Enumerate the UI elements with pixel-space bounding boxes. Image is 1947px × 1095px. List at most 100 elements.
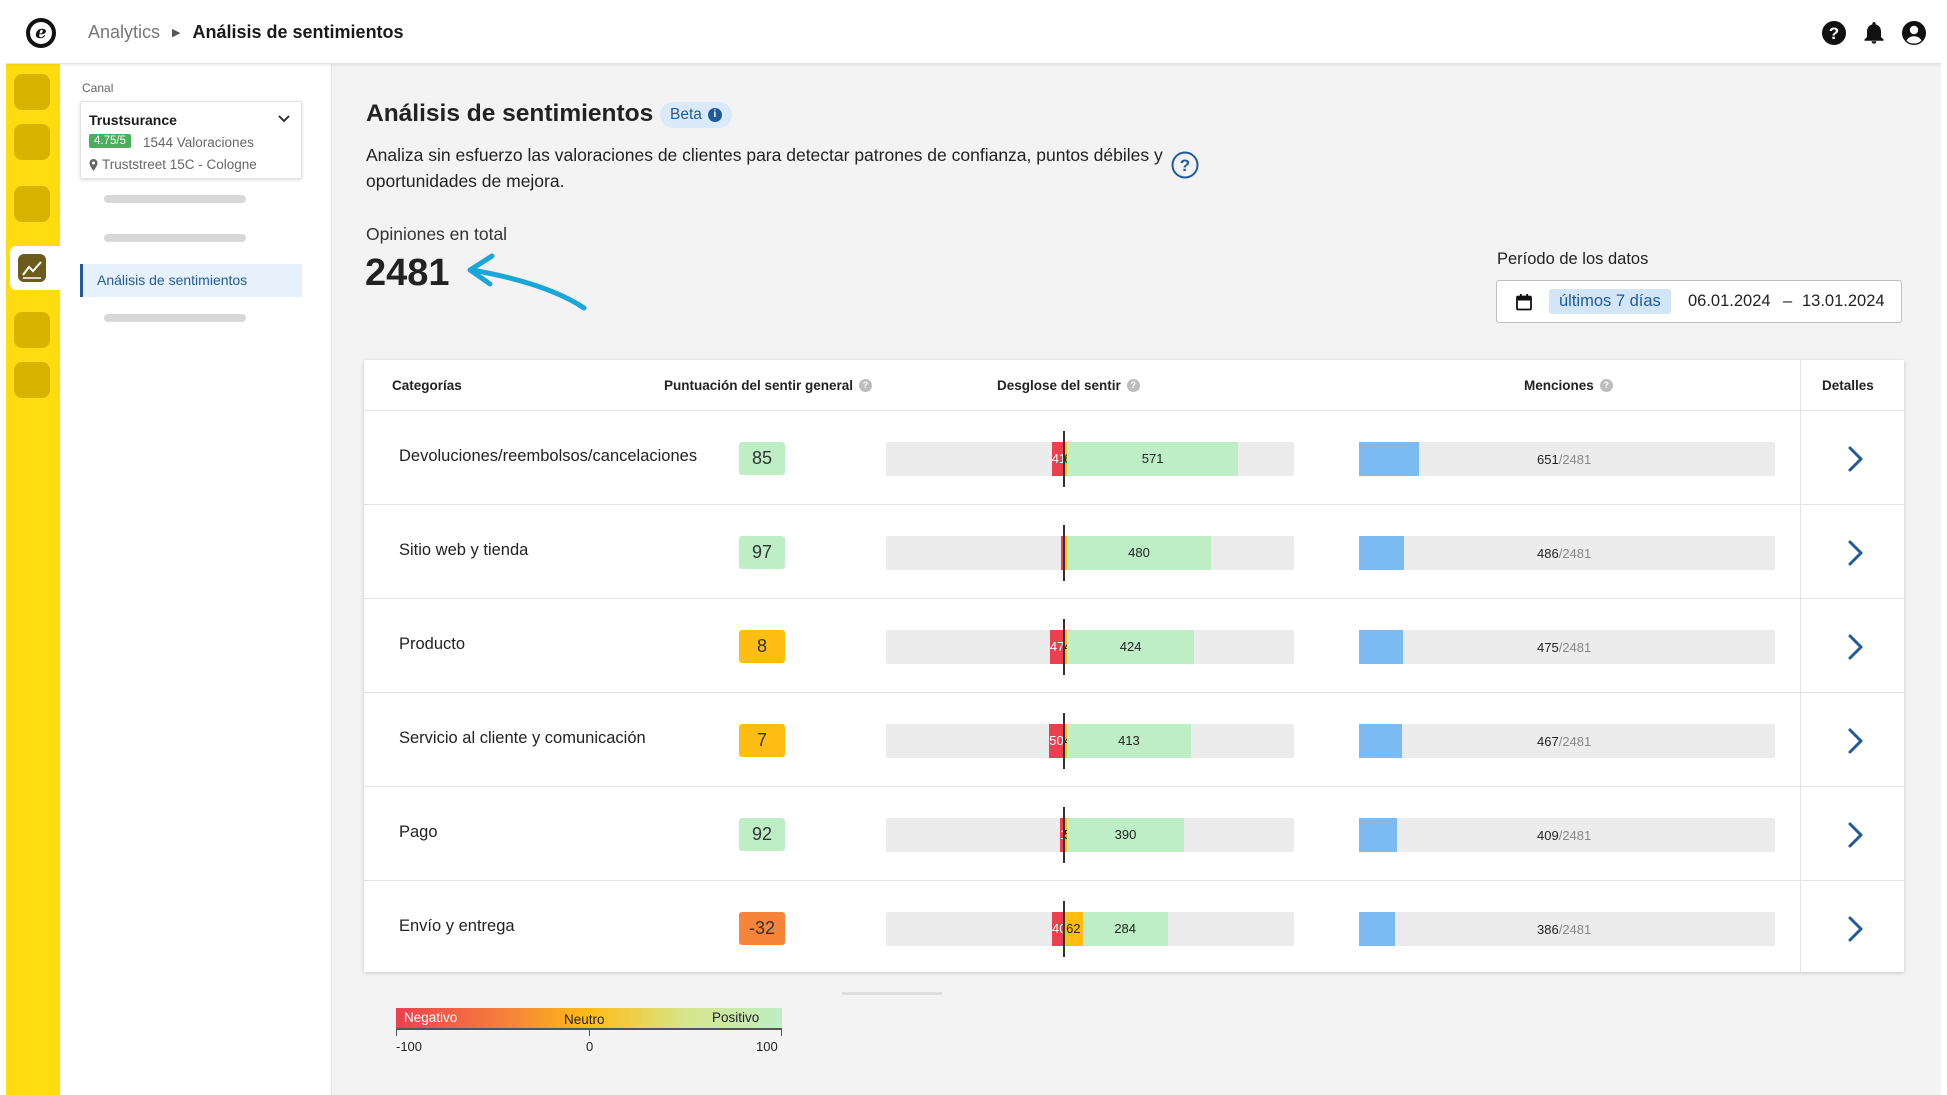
sentiment-breakdown-bar: 474424 — [886, 619, 1294, 675]
help-icon[interactable]: ? — [1170, 150, 1200, 180]
chevron-right-icon[interactable] — [1841, 914, 1869, 944]
mentions-total: /2481 — [1558, 922, 1592, 937]
mentions-value: 486/2481 — [1537, 546, 1591, 561]
sentiment-legend: Negativo Neutro Positivo -100 0 100 — [396, 1008, 782, 1058]
beta-label: Beta — [670, 106, 702, 123]
info-icon[interactable]: ? — [1126, 379, 1140, 392]
sentiment-score: 97 — [739, 536, 785, 569]
rail-item-1[interactable] — [14, 74, 50, 110]
channel-selector[interactable]: Trustsurance 4.75/5 1544 Valoraciones Tr… — [80, 101, 302, 179]
channel-address: Truststreet 15C - Cologne — [89, 157, 257, 172]
negative-segment[interactable]: 47 — [1049, 630, 1064, 664]
chevron-right-icon[interactable] — [1841, 632, 1869, 662]
mentions-count: 386 — [1537, 922, 1559, 937]
channel-address-text: Truststreet 15C - Cologne — [102, 157, 257, 172]
mentions-bar: 409/2481 — [1359, 818, 1775, 852]
legend-gradient-bar: Negativo Neutro Positivo — [396, 1008, 782, 1030]
zero-marker — [1063, 619, 1065, 675]
mentions-count: 467 — [1537, 734, 1559, 749]
header-breakdown: Desglose del sentir? — [997, 378, 1140, 393]
positive-segment[interactable]: 284 — [1082, 912, 1168, 946]
mentions-total: /2481 — [1558, 546, 1592, 561]
nav-item-placeholder-2[interactable] — [104, 234, 246, 242]
rating-badge: 4.75/5 — [89, 134, 131, 148]
positive-segment[interactable]: 424 — [1067, 630, 1195, 664]
mentions-bar: 486/2481 — [1359, 536, 1775, 570]
period-preset-chip[interactable]: últimos 7 días — [1549, 289, 1671, 314]
category-name: Devoluciones/reembolsos/cancelaciones — [399, 447, 698, 465]
positive-segment[interactable]: 571 — [1067, 442, 1239, 476]
category-name: Servicio al cliente y comunicación — [399, 729, 646, 747]
legend-tick-mid — [589, 1030, 590, 1036]
period-label: Período de los datos — [1497, 250, 1649, 268]
mentions-fill — [1359, 724, 1403, 758]
mentions-count: 475 — [1537, 640, 1559, 655]
header-score-label: Puntuación del sentir general — [664, 378, 854, 393]
channel-name: Trustsurance — [89, 112, 177, 128]
mentions-fill — [1359, 630, 1403, 664]
zero-marker — [1063, 525, 1065, 581]
sentiment-breakdown-bar: 504413 — [886, 713, 1294, 769]
sentiment-breakdown-bar: 416571 — [886, 431, 1294, 487]
mentions-total: /2481 — [1558, 640, 1592, 655]
positive-segment[interactable]: 390 — [1067, 818, 1184, 852]
help-icon[interactable]: ? — [1821, 20, 1847, 46]
mentions-value: 386/2481 — [1537, 922, 1591, 937]
app-logo[interactable]: e — [26, 18, 56, 48]
horizontal-scrollbar[interactable] — [842, 992, 942, 995]
chevron-right-icon[interactable] — [1841, 726, 1869, 756]
beta-badge[interactable]: Beta i — [660, 102, 732, 128]
breadcrumb-separator-icon: ▶ — [172, 27, 181, 39]
positive-segment[interactable]: 413 — [1067, 724, 1191, 758]
nav-item-sentiment[interactable]: Análisis de sentimientos — [80, 264, 302, 297]
table-row[interactable]: Producto 8 474424 475/2481 — [364, 599, 1904, 693]
nav-item-sentiment-label: Análisis de sentimientos — [97, 272, 248, 288]
legend-neutral: Neutro — [564, 1012, 605, 1027]
header-score: Puntuación del sentir general? — [664, 378, 873, 393]
chevron-right-icon[interactable] — [1841, 820, 1869, 850]
nav-item-placeholder-3[interactable] — [104, 314, 246, 322]
positive-segment[interactable]: 480 — [1067, 536, 1211, 570]
mentions-fill — [1359, 536, 1404, 570]
info-icon[interactable]: ? — [1599, 379, 1613, 392]
period-separator: – — [1783, 292, 1793, 310]
chevron-right-icon[interactable] — [1841, 538, 1869, 568]
chart-icon — [18, 254, 46, 282]
table-row[interactable]: Sitio web y tienda 97 480 486/2481 — [364, 505, 1904, 599]
bell-icon[interactable] — [1861, 20, 1887, 46]
user-icon[interactable] — [1901, 20, 1927, 46]
svg-text:?: ? — [1180, 156, 1190, 175]
rail-item-3[interactable] — [14, 186, 50, 222]
info-icon[interactable]: ? — [859, 379, 873, 392]
mentions-fill — [1359, 912, 1395, 946]
table-row[interactable]: Servicio al cliente y comunicación 7 50441… — [364, 693, 1904, 787]
legend-tick-min — [396, 1030, 397, 1036]
mentions-bar: 386/2481 — [1359, 912, 1775, 946]
rail-item-6[interactable] — [14, 362, 50, 398]
date-range-picker[interactable]: últimos 7 días 06.01.2024 – 13.01.2024 — [1496, 280, 1902, 323]
rail-item-2[interactable] — [14, 124, 50, 160]
mentions-value: 467/2481 — [1537, 734, 1591, 749]
table-row[interactable]: Pago 92 145390 409/2481 — [364, 787, 1904, 881]
negative-segment[interactable]: 50 — [1049, 724, 1064, 758]
chevron-right-icon[interactable] — [1841, 444, 1869, 474]
total-reviews-value: 2481 — [365, 252, 450, 294]
rail-item-5[interactable] — [14, 312, 50, 348]
rail-item-analytics[interactable] — [10, 246, 60, 290]
mentions-bar: 475/2481 — [1359, 630, 1775, 664]
table-row[interactable]: Devoluciones/reembolsos/cancelaciones 85 4… — [364, 411, 1904, 505]
mentions-total: /2481 — [1558, 452, 1592, 467]
total-reviews-label: Opiniones en total — [366, 224, 508, 244]
header-breakdown-label: Desglose del sentir — [997, 378, 1121, 393]
neutral-segment[interactable]: 62 — [1064, 912, 1083, 946]
breadcrumb-analytics[interactable]: Analytics — [88, 22, 160, 43]
zero-marker — [1063, 901, 1065, 957]
mentions-value: 409/2481 — [1537, 828, 1591, 843]
header-details-label: Detalles — [1822, 378, 1874, 393]
sentiment-breakdown-bar: 480 — [886, 525, 1294, 581]
legend-mid-value: 0 — [586, 1039, 594, 1054]
category-name: Sitio web y tienda — [399, 541, 529, 559]
app-rail — [6, 64, 60, 1095]
table-row[interactable]: Envío y entrega -32 40 62 284 386/2481 — [364, 881, 1904, 975]
nav-item-placeholder-1[interactable] — [104, 195, 246, 203]
